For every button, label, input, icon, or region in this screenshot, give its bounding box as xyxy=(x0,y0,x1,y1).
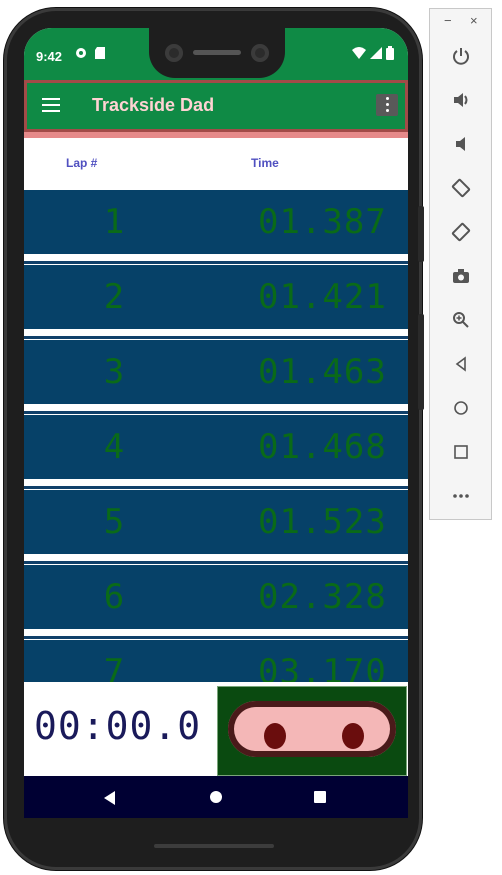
close-button[interactable]: × xyxy=(470,13,478,28)
lap-row[interactable]: 3 01.463 xyxy=(24,340,408,414)
front-sensor-icon xyxy=(251,44,269,62)
lap-number: 4 xyxy=(103,427,125,467)
nav-recents-icon[interactable] xyxy=(314,791,326,803)
lap-row[interactable]: 6 02.328 xyxy=(24,565,408,639)
lap-list[interactable]: 1 01.387 2 01.421 3 01.463 4 01.468 5 01… xyxy=(24,190,408,682)
lap-number: 7 xyxy=(103,652,125,682)
lap-time: 01.468 xyxy=(258,427,387,467)
volume-down-icon[interactable] xyxy=(446,129,476,159)
rotate-left-icon[interactable] xyxy=(446,173,476,203)
nav-home-icon[interactable] xyxy=(210,791,222,803)
lap-time: 03.170 xyxy=(258,652,387,682)
volume-side-button xyxy=(418,314,424,410)
rotate-right-icon[interactable] xyxy=(446,217,476,247)
lap-number: 2 xyxy=(103,277,125,317)
lap-number: 1 xyxy=(103,202,125,242)
more-icon[interactable] xyxy=(446,481,476,511)
timer-panel: 00:00.0 xyxy=(24,682,408,776)
lap-time: 02.328 xyxy=(258,577,387,617)
lap-number: 3 xyxy=(103,352,125,392)
toggle-dot-left xyxy=(264,723,286,749)
front-camera-icon xyxy=(165,44,183,62)
wifi-icon xyxy=(352,47,366,62)
lap-row[interactable]: 5 01.523 xyxy=(24,490,408,564)
zoom-icon[interactable] xyxy=(446,305,476,335)
lap-time: 01.421 xyxy=(258,277,387,317)
toggle-dot-right xyxy=(342,723,364,749)
lap-number: 5 xyxy=(103,502,125,542)
home-icon[interactable] xyxy=(446,393,476,423)
lap-column-header: Lap # xyxy=(66,156,98,170)
minimize-button[interactable]: − xyxy=(444,13,452,28)
earpiece-speaker xyxy=(193,50,241,55)
power-icon[interactable] xyxy=(446,41,476,71)
app-bar: Trackside Dad xyxy=(24,80,408,132)
power-side-button xyxy=(418,206,424,262)
battery-icon xyxy=(386,46,394,63)
emulator-toolbar: − × xyxy=(429,8,492,520)
gear-icon xyxy=(74,46,88,63)
lap-table-header: Lap # Time xyxy=(24,138,408,190)
overview-icon[interactable] xyxy=(446,437,476,467)
camera-icon[interactable] xyxy=(446,261,476,291)
lap-time: 01.463 xyxy=(258,352,387,392)
lap-row[interactable]: 2 01.421 xyxy=(24,265,408,339)
volume-up-icon[interactable] xyxy=(446,85,476,115)
start-stop-button[interactable] xyxy=(217,686,407,776)
lap-time: 01.387 xyxy=(258,202,387,242)
nav-back-icon[interactable] xyxy=(104,791,115,805)
status-bar: 9:42 xyxy=(24,28,408,80)
back-icon[interactable] xyxy=(446,349,476,379)
signal-icon xyxy=(370,47,382,62)
system-nav-bar xyxy=(24,776,408,818)
overflow-menu-icon[interactable] xyxy=(376,94,398,116)
hamburger-icon[interactable] xyxy=(42,98,60,112)
lap-row[interactable]: 4 01.468 xyxy=(24,415,408,489)
lap-row[interactable]: 7 03.170 xyxy=(24,640,408,682)
camera-notch xyxy=(149,28,285,78)
screen: 9:42 Trackside Dad Lap # Time 1 01.387 2… xyxy=(24,28,408,818)
start-stop-toggle-icon xyxy=(228,701,396,757)
lap-row[interactable]: 1 01.387 xyxy=(24,190,408,264)
stopwatch-display: 00:00.0 xyxy=(34,704,202,748)
app-title: Trackside Dad xyxy=(92,95,215,115)
sd-card-icon xyxy=(94,46,106,63)
lap-number: 6 xyxy=(103,577,125,617)
chin-speaker xyxy=(154,844,274,848)
lap-time: 01.523 xyxy=(258,502,387,542)
status-time: 9:42 xyxy=(36,49,63,64)
device-frame: 9:42 Trackside Dad Lap # Time 1 01.387 2… xyxy=(4,8,424,870)
time-column-header: Time xyxy=(251,156,279,170)
